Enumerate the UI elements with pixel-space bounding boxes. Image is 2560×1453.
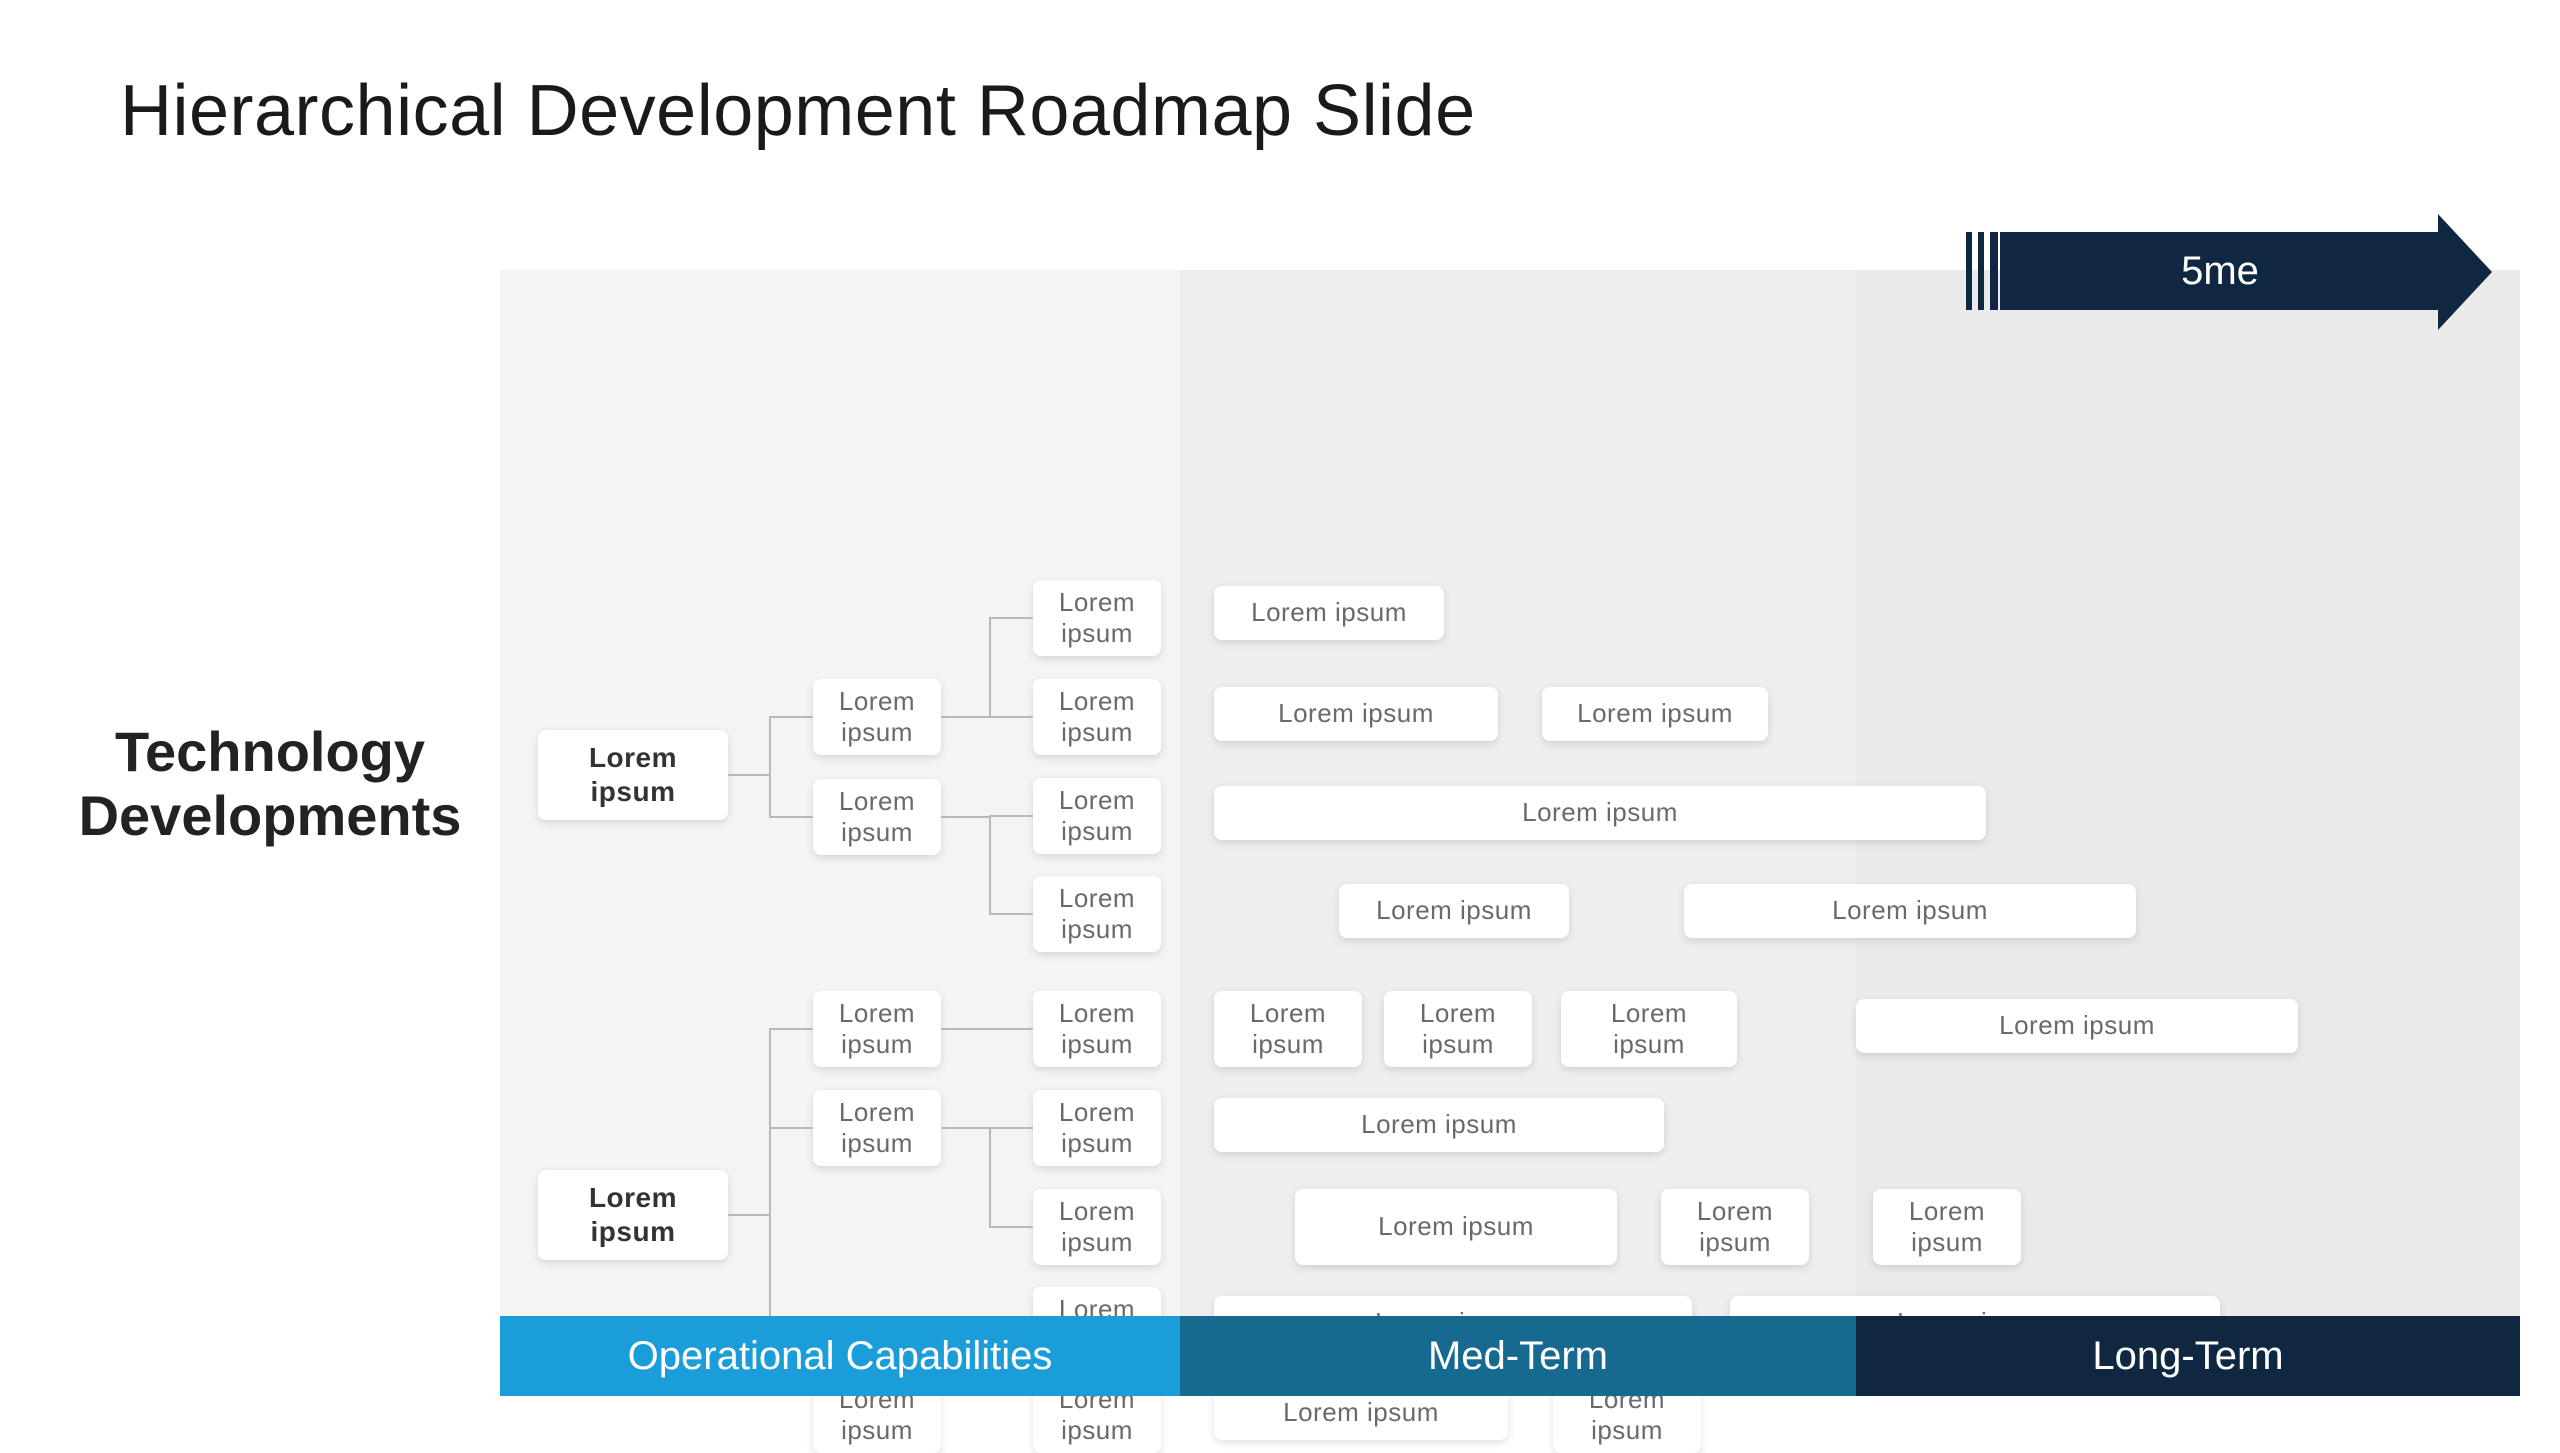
bar-b-r3-1: Lorem ipsum — [1295, 1189, 1617, 1265]
slide-title: Hierarchical Development Roadmap Slide — [120, 70, 1476, 152]
axis-col-longterm: Long-Term — [1856, 1316, 2520, 1396]
arrow-stripes-icon — [1966, 232, 1994, 310]
bar-b-r1-3: Lorem ipsum — [1561, 991, 1737, 1067]
bar-b-r1-1: Lorem ipsum — [1214, 991, 1362, 1067]
node-a2-2: Lorem ipsum — [1033, 876, 1161, 952]
node-a1: Lorem ipsum — [813, 679, 941, 755]
arrow-label: 5me — [2000, 232, 2440, 310]
node-b2: Lorem ipsum — [813, 1090, 941, 1166]
bar-b-r3-3: Lorem ipsum — [1873, 1189, 2021, 1265]
bar-b-r3-2: Lorem ipsum — [1661, 1189, 1809, 1265]
root-a: Lorem ipsum — [538, 730, 728, 820]
node-b2-2: Lorem ipsum — [1033, 1189, 1161, 1265]
bar-a-r4-1: Lorem ipsum — [1339, 884, 1569, 938]
node-b2-1: Lorem ipsum — [1033, 1090, 1161, 1166]
bar-a-r1-1: Lorem ipsum — [1214, 586, 1444, 640]
bar-a-r4-2: Lorem ipsum — [1684, 884, 2136, 938]
bar-a-r3-1: Lorem ipsum — [1214, 786, 1986, 840]
bar-a-r2-1: Lorem ipsum — [1214, 687, 1498, 741]
bar-b-r1-2: Lorem ipsum — [1384, 991, 1532, 1067]
bar-b-r1-4: Lorem ipsum — [1856, 999, 2298, 1053]
timeline-arrow: 5me — [1960, 200, 2520, 340]
phase-axis: Operational Capabilities Med-Term Long-T… — [500, 1316, 2520, 1396]
node-a1-2: Lorem ipsum — [1033, 679, 1161, 755]
node-a1-1: Lorem ipsum — [1033, 580, 1161, 656]
node-b1: Lorem ipsum — [813, 991, 941, 1067]
node-a2: Lorem ipsum — [813, 779, 941, 855]
axis-col-operational: Operational Capabilities — [500, 1316, 1180, 1396]
axis-col-medterm: Med-Term — [1180, 1316, 1856, 1396]
root-b: Lorem ipsum — [538, 1170, 728, 1260]
side-category-label: Technology Developments — [60, 720, 480, 849]
arrow-head-icon — [2438, 214, 2492, 330]
node-a2-1: Lorem ipsum — [1033, 778, 1161, 854]
node-b1-1: Lorem ipsum — [1033, 991, 1161, 1067]
bar-b-r2-1: Lorem ipsum — [1214, 1098, 1664, 1152]
bar-a-r2-2: Lorem ipsum — [1542, 687, 1768, 741]
